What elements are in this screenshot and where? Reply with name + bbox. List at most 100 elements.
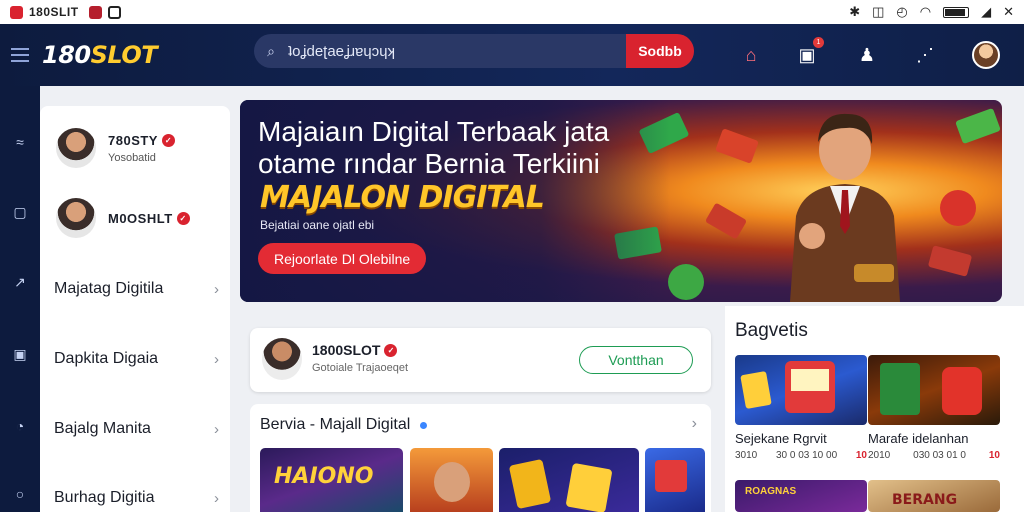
profile-subtitle: Gotoiale Trajaoeqet [312,362,409,374]
bluetooth-icon: ✱ [849,4,861,19]
alarm-icon: ◴ [896,4,908,19]
user-name: 780STY [108,132,158,148]
profile-name: 1800SLOT [312,342,381,358]
coin-image [668,264,704,300]
sidebar-item-label: Bajalg Manita [54,420,151,437]
game-card-rating: 10 [988,450,1000,461]
page-icon[interactable]: ▣ [0,346,40,363]
game-card-image [735,355,867,425]
clock-icon[interactable]: ◔ [0,418,40,434]
app-logo[interactable]: 180SLOT [42,41,158,69]
game-card[interactable]: Sejekane Rgrvit 3010 30 0 03 10 00 10 [735,355,867,461]
game-card-image: ROAGNAS [735,480,867,512]
profile-card: 1800SLOT ✓ Gotoiale Trajaoeqet Vontthan [250,328,711,392]
notification-badge: 1 [813,37,824,48]
sidebar-user[interactable]: 780STY ✓ Yosobatid [56,128,175,168]
banknote-image [927,245,973,277]
chevron-right-icon: › [214,420,219,438]
vibrate-icon: ◫ [872,4,885,19]
hero-brand-text: MAJALON DIGITAL [260,180,545,215]
friends-icon[interactable]: ♟ [852,41,882,69]
sidebar-item-label: Majatag Digitila [54,280,164,297]
sidebar-item-2[interactable]: Dapkita Digaia › [54,350,219,368]
game-thumbnail[interactable] [499,448,639,512]
game-thumbnail[interactable] [645,448,705,512]
home-icon[interactable]: ⌂ [736,41,766,69]
game-thumbnail[interactable]: HAIONO [260,448,403,512]
app-icon [10,5,23,19]
hero-headline: Majaiaın Digital Terbaak jata otame rında… [258,116,610,179]
user-subtitle: Yosobatid [108,151,156,164]
section-title: Bervia - Majall Digital [260,416,411,433]
search-icon: ⌕ [267,42,275,59]
profile-avatar[interactable] [972,41,1000,69]
chevron-right-icon[interactable]: › [692,415,697,433]
wallet-icon[interactable]: ▢ [0,204,40,221]
signal-icon: ◢ [981,4,992,19]
game-card-count: 3010 [735,450,758,461]
banknote-image [715,128,759,164]
sidebar-item-1[interactable]: Majatag Digitila › [54,280,219,298]
live-dot-icon [420,421,428,429]
search-button[interactable]: Sodbb [626,34,694,68]
game-card-title: Marafe idelanhan [868,431,969,446]
verified-icon: ✓ [384,343,398,357]
sidebar-item-label: Burhag Digitia [54,489,155,506]
verified-icon: ✓ [161,133,175,147]
coin-icon[interactable]: ≈ [0,134,40,150]
game-card-rating: 10 [855,450,867,461]
thumbnail-text: HAIONO [274,464,374,489]
sidebar-item-3[interactable]: Bajalg Manita › [54,420,219,438]
search-input[interactable] [288,42,626,60]
hero-banner[interactable]: Majaiaın Digital Terbaak jata otame rında… [240,100,1002,302]
left-rail: ≈ ▢ ↗ ▣ ◔ ○ [0,86,40,512]
game-card-meta: 30 0 03 10 00 [775,450,838,461]
coin-image [940,190,976,226]
game-thumbnail[interactable] [410,448,493,512]
banknote-image [704,202,748,240]
status-app-title: 180SLIT [29,5,79,19]
sidebar-item-label: Dapkita Digaia [54,350,159,367]
media-icon [107,5,121,19]
feed-section: Bervia - Majall Digital › HAIONO [250,404,711,512]
close-icon[interactable]: ✕ [1003,4,1014,20]
chevron-right-icon: › [214,489,219,507]
avatar[interactable] [262,338,302,380]
game-card[interactable]: BERANG [868,480,1000,512]
game-card-image: BERANG [868,480,1000,512]
game-card-meta: 030 03 01 0 [913,450,966,461]
app-header: 180SLOT ⌕ Sodbb ⌂ ▣1 ♟ ⋰ [0,24,1024,86]
section-title: Bagvetis [735,320,808,341]
status-bar: 180SLIT ✱ ◫ ◴ ◠ ◢ ✕ [0,0,1024,24]
game-card-title: Sejekane Rgrvit [735,431,827,446]
circle-icon[interactable]: ○ [0,486,40,502]
sidebar-user[interactable]: M0OSHLT ✓ [56,198,190,238]
menu-icon[interactable] [0,24,40,86]
game-card-label: BERANG [892,492,958,508]
search-bar: ⌕ Sodbb [254,34,694,68]
trend-icon[interactable]: ↗ [0,274,40,291]
follow-button[interactable]: Vontthan [579,346,693,374]
game-card-label: ROAGNAS [745,486,797,497]
right-panel: Bagvetis Sejekane Rgrvit 3010 30 0 03 10 … [725,306,1024,512]
notification-icon [88,5,102,19]
verified-icon: ✓ [176,211,190,225]
host-illustration [790,113,900,302]
more-icon[interactable]: ⋰ [910,41,940,69]
messages-icon[interactable]: ▣ 1 [792,37,824,69]
hero-subline: Bejatiai oane ojatl ebi [260,218,375,232]
avatar [56,198,96,238]
hero-cta-button[interactable]: Rejoorlate Dl Olebilne [258,243,427,274]
game-card-count: 2010 [868,450,891,461]
chevron-right-icon: › [214,280,219,298]
wifi-icon: ◠ [919,4,932,19]
sidebar-item-4[interactable]: Burhag Digitia › [54,489,219,507]
game-card[interactable]: Marafe idelanhan 2010 030 03 01 0 10 [868,355,1000,461]
game-card[interactable]: ROAGNAS [735,480,867,512]
banknote-image [955,107,1001,145]
sidebar: 780STY ✓ Yosobatid M0OSHLT ✓ Majatag Digit… [40,106,230,512]
avatar [56,128,96,168]
battery-icon [943,6,970,18]
chevron-right-icon: › [214,350,219,368]
user-name: M0OSHLT [108,210,173,226]
